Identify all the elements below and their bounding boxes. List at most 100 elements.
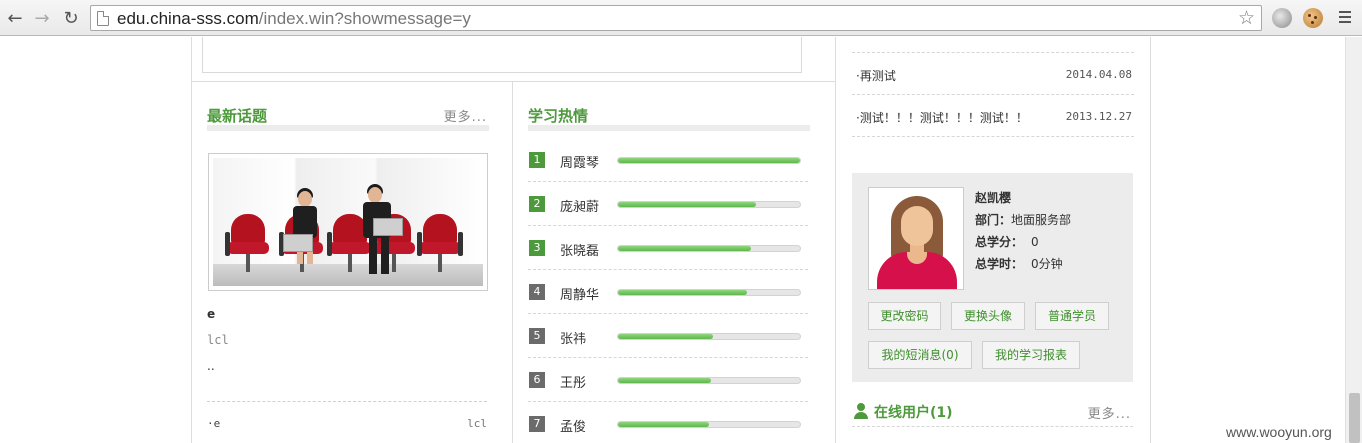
topic-list-item[interactable]: ·e lcl	[207, 417, 487, 433]
rank-row: 1 周霞琴	[528, 138, 808, 182]
role-button[interactable]: 普通学员	[1035, 302, 1109, 330]
user-department: 部门：地面服务部	[975, 211, 1071, 228]
rank-progress-fill	[618, 422, 709, 427]
topic-item-author: lcl	[467, 417, 487, 430]
rank-progress-fill	[618, 378, 711, 383]
my-messages-button[interactable]: 我的短消息(0)	[868, 341, 972, 369]
rank-user-name[interactable]: 王彤	[560, 372, 586, 391]
online-users-more-link[interactable]: 更多...	[1088, 403, 1131, 422]
user-name: 赵凯樱	[975, 191, 1012, 205]
rank-progress-bar	[617, 333, 801, 340]
topic-item-title[interactable]: ·e	[207, 417, 220, 430]
rank-progress-bar	[617, 289, 801, 296]
notice-date: 2013.12.27	[1065, 110, 1132, 123]
section-divider	[192, 81, 835, 82]
rank-number-badge: 4	[529, 284, 545, 300]
learning-header: 学习热情	[528, 103, 810, 131]
scrollbar-thumb[interactable]	[1349, 393, 1360, 443]
rank-row: 5 张祎	[528, 314, 808, 358]
notice-title-partial[interactable]	[856, 37, 860, 51]
rank-number-badge: 3	[529, 240, 545, 256]
rank-user-name[interactable]: 张晓磊	[560, 240, 599, 259]
vertical-scrollbar[interactable]	[1345, 37, 1362, 443]
rank-progress-fill	[618, 290, 748, 295]
latest-topics-more-link[interactable]: 更多...	[444, 106, 487, 125]
page-viewport: 最新话题 更多... e lcl .. ·e lcl 学习热情 1 周霞琴 2 …	[0, 37, 1362, 443]
browser-toolbar: ← → ↻ edu.china-sss.com/index.win?showme…	[0, 0, 1362, 36]
rank-user-name[interactable]: 张祎	[560, 328, 586, 347]
column-divider	[835, 37, 836, 443]
rank-user-name[interactable]: 周静华	[560, 284, 599, 303]
notice-title[interactable]: ·测试！！！测试！！！测试！！	[856, 109, 1028, 126]
featured-topic-image[interactable]	[208, 153, 488, 291]
top-panel	[202, 37, 802, 73]
rank-progress-bar	[617, 421, 801, 428]
rank-user-name[interactable]: 周霞琴	[560, 152, 599, 171]
my-report-button[interactable]: 我的学习报表	[982, 341, 1080, 369]
rank-row: 2 庞昶蔚	[528, 182, 808, 226]
user-credits: 总学分： 0	[975, 233, 1039, 250]
rank-user-name[interactable]: 庞昶蔚	[560, 196, 599, 215]
back-arrow-icon[interactable]: ←	[4, 7, 26, 29]
content-wrapper: 最新话题 更多... e lcl .. ·e lcl 学习热情 1 周霞琴 2 …	[191, 37, 1151, 443]
learning-title: 学习热情	[528, 107, 589, 125]
department-label: 部门：	[975, 213, 1012, 227]
reload-icon[interactable]: ↻	[60, 7, 82, 29]
rank-progress-bar	[617, 157, 801, 164]
rank-number-badge: 5	[529, 328, 545, 344]
page-icon	[97, 11, 109, 26]
featured-topic-excerpt: ..	[207, 359, 215, 373]
rank-row: 3 张晓磊	[528, 226, 808, 270]
rank-number-badge: 7	[529, 416, 545, 432]
credits-label: 总学分：	[975, 235, 1024, 249]
credits-value: 0	[1031, 235, 1039, 249]
rank-progress-bar	[617, 377, 801, 384]
bookmark-star-icon[interactable]: ☆	[1238, 7, 1255, 29]
rank-number-badge: 6	[529, 372, 545, 388]
cookie-extension-icon[interactable]	[1303, 8, 1323, 28]
rank-progress-bar	[617, 245, 801, 252]
featured-topic-title[interactable]: e	[207, 307, 215, 321]
rank-row: 7 孟俊	[528, 402, 808, 443]
globe-extension-icon[interactable]	[1272, 8, 1292, 28]
url-host: edu.china-sss.com	[117, 9, 259, 28]
rank-number-badge: 2	[529, 196, 545, 212]
online-users-title: 在线用户(1)	[874, 405, 953, 421]
avatar	[868, 187, 964, 290]
user-profile-panel: 赵凯樱 部门：地面服务部 总学分： 0 总学时： 0分钟 更改密码 更换头像 普通学…	[852, 173, 1133, 382]
featured-topic-author: lcl	[207, 333, 229, 347]
hours-value: 0分钟	[1031, 257, 1063, 271]
latest-topics-title: 最新话题	[207, 107, 268, 125]
user-icon	[854, 403, 868, 419]
change-password-button[interactable]: 更改密码	[868, 302, 941, 330]
office-photo	[213, 158, 483, 286]
change-avatar-button[interactable]: 更换头像	[951, 302, 1025, 330]
address-bar[interactable]: edu.china-sss.com/index.win?showmessage=…	[90, 5, 1262, 31]
notice-list-item[interactable]: ·测试！！！测试！！！测试！！ 2013.12.27	[852, 95, 1134, 137]
online-users-header: 在线用户(1) 更多...	[852, 401, 1133, 427]
forward-arrow-icon[interactable]: →	[31, 7, 53, 29]
rank-row: 4 周静华	[528, 270, 808, 314]
rank-progress-fill	[618, 246, 751, 251]
hours-label: 总学时：	[975, 257, 1024, 271]
rank-progress-fill	[618, 158, 800, 163]
rank-number-badge: 1	[529, 152, 545, 168]
latest-topics-header: 最新话题 更多...	[207, 103, 489, 131]
notice-list-item[interactable]	[852, 37, 1134, 53]
notice-date: 2014.04.08	[1065, 68, 1132, 81]
browser-menu-icon[interactable]	[1339, 11, 1351, 23]
rank-progress-fill	[618, 202, 757, 207]
url-text[interactable]: edu.china-sss.com/index.win?showmessage=…	[117, 9, 471, 29]
watermark: www.wooyun.org	[1224, 424, 1334, 440]
rank-progress-fill	[618, 334, 713, 339]
notice-list-item[interactable]: ·再测试 2014.04.08	[852, 53, 1134, 95]
topic-separator	[207, 401, 487, 402]
user-hours: 总学时： 0分钟	[975, 255, 1063, 272]
department-value: 地面服务部	[1011, 213, 1072, 227]
notice-title[interactable]: ·再测试	[856, 67, 896, 84]
rank-progress-bar	[617, 201, 801, 208]
column-divider	[512, 81, 513, 443]
url-path: /index.win?showmessage=y	[258, 9, 471, 28]
rank-user-name[interactable]: 孟俊	[560, 416, 586, 435]
rank-row: 6 王彤	[528, 358, 808, 402]
